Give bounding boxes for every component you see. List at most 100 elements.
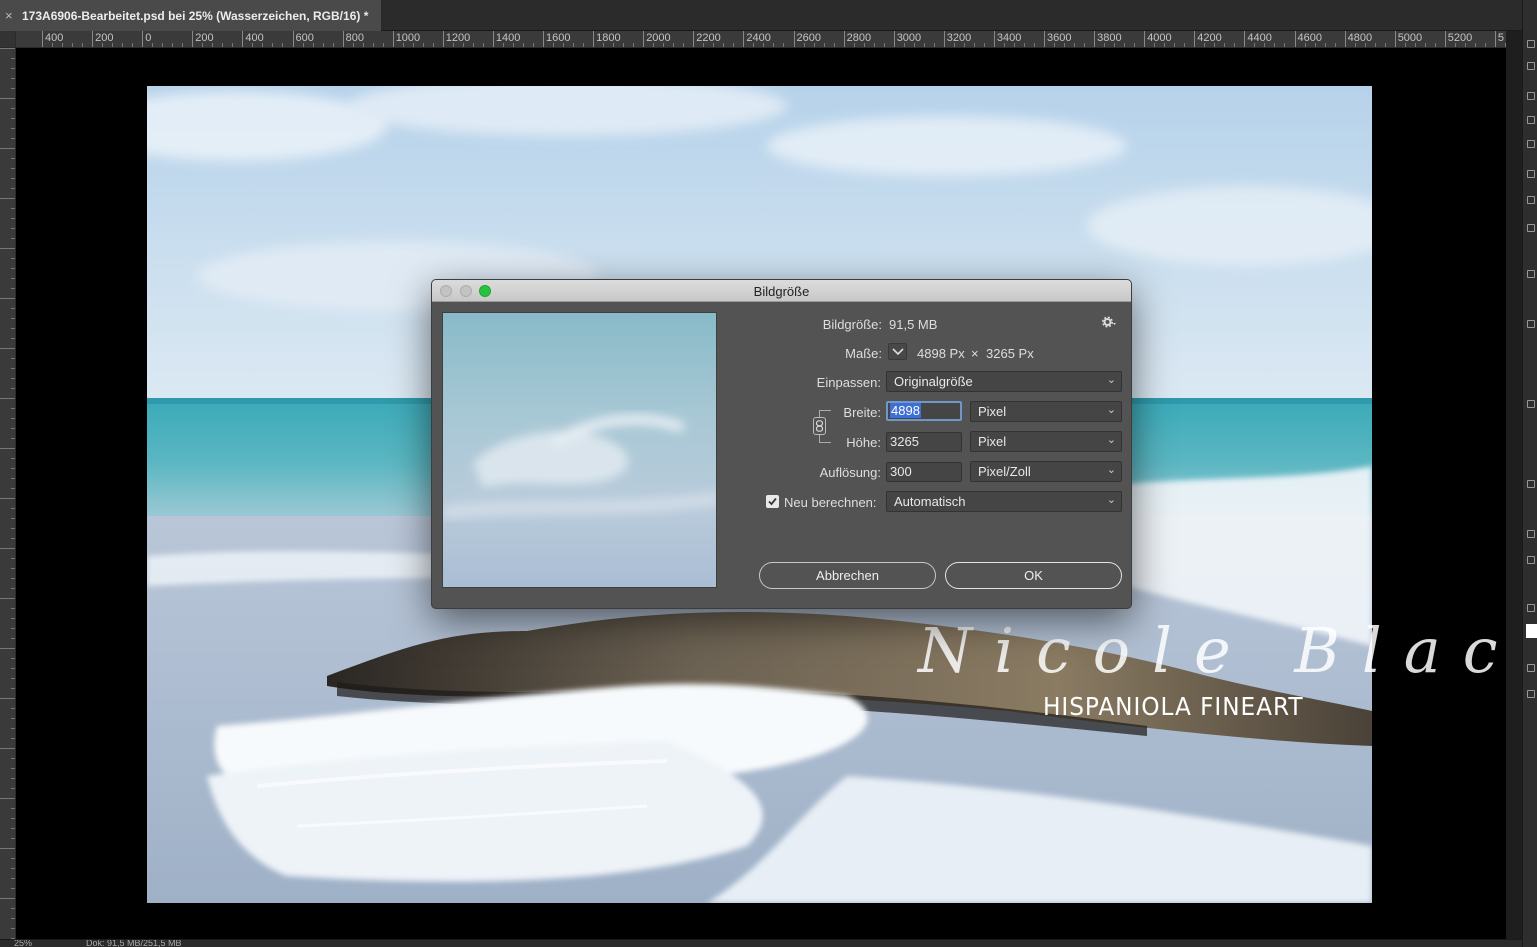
ruler-minor-tick [1174, 43, 1176, 47]
quick-mask-icon[interactable] [1527, 664, 1535, 672]
ruler-minor-tick [1254, 43, 1256, 47]
panel-icon[interactable] [1527, 480, 1535, 488]
ruler-major-tick [442, 31, 444, 47]
ruler-minor-tick [1464, 43, 1466, 47]
ruler-vertical-tick [0, 298, 15, 299]
horizontal-ruler[interactable]: 400 200 0 200 400 600 800 1000 1200 1400 1600 1800 2… [16, 31, 1506, 48]
ruler-minor-tick [1304, 43, 1306, 47]
dimensions-height: 3265 Px [986, 346, 1034, 361]
ruler-minor-tick [312, 43, 314, 47]
ruler-minor-tick [653, 43, 655, 47]
ruler-major-tick [1394, 31, 1396, 47]
ruler-minor-tick [1234, 43, 1236, 47]
ruler-minor-tick [362, 43, 364, 47]
cancel-button[interactable]: Abbrechen [759, 562, 936, 589]
screen-mode-icon[interactable] [1527, 690, 1535, 698]
ruler-vertical-tick [0, 648, 15, 649]
resolution-input[interactable]: 300 [886, 462, 962, 482]
height-input[interactable]: 3265 [886, 432, 962, 452]
ruler-vertical-tick [0, 248, 15, 249]
resample-method-select[interactable]: Automatisch ⌄ [886, 491, 1122, 512]
panel-icon[interactable] [1527, 92, 1535, 100]
resolution-unit-select[interactable]: Pixel/Zoll ⌄ [970, 461, 1122, 482]
ruler-minor-tick [1023, 43, 1025, 47]
ruler-corner[interactable] [0, 31, 16, 48]
ruler-minor-tick [62, 43, 64, 47]
ruler-tick-label: 3600 [1047, 32, 1072, 44]
height-label: Höhe: [846, 435, 881, 450]
ruler-vertical-tick [0, 198, 15, 199]
resample-method-value: Automatisch [894, 494, 966, 509]
panel-icon[interactable] [1527, 170, 1535, 178]
ruler-minor-tick [933, 43, 935, 47]
ruler-minor-tick [1104, 43, 1106, 47]
vertical-ruler[interactable] [0, 48, 16, 939]
gear-icon[interactable] [1101, 316, 1117, 331]
ruler-tick-label: 5200 [1447, 32, 1473, 44]
panel-icon[interactable] [1527, 62, 1535, 70]
ruler-minor-tick [613, 43, 615, 47]
ruler-major-tick [993, 31, 995, 47]
panel-icon[interactable] [1527, 224, 1535, 232]
ruler-major-tick [142, 31, 144, 47]
ruler-major-tick [192, 31, 194, 47]
ruler-minor-tick [823, 43, 825, 47]
ruler-minor-tick [1134, 43, 1136, 47]
ruler-minor-tick [132, 43, 134, 47]
ruler-minor-tick [1434, 43, 1436, 47]
panel-icon[interactable] [1527, 400, 1535, 408]
ruler-minor-tick [1354, 43, 1356, 47]
panel-icon[interactable] [1527, 196, 1535, 204]
ruler-minor-tick [1124, 43, 1126, 47]
status-zoom[interactable]: 25% [14, 940, 32, 947]
ruler-minor-tick [512, 43, 514, 47]
panel-icon[interactable] [1527, 556, 1535, 564]
ruler-major-tick [1444, 31, 1446, 47]
ruler-minor-tick [1404, 43, 1406, 47]
ruler-minor-tick [472, 43, 474, 47]
width-input[interactable]: 4898 [886, 401, 962, 421]
resample-checkbox[interactable] [766, 495, 779, 508]
image-preview[interactable] [442, 312, 717, 588]
ruler-tick-label: 800 [345, 32, 364, 44]
panel-icon[interactable] [1527, 320, 1535, 328]
panel-icon[interactable] [1527, 116, 1535, 124]
ruler-minor-tick [1384, 43, 1386, 47]
chevron-down-icon: ⌄ [1106, 374, 1116, 386]
ruler-minor-tick [623, 43, 625, 47]
ruler-minor-tick [953, 43, 955, 47]
ruler-minor-tick [402, 43, 404, 47]
panel-icon[interactable] [1527, 270, 1535, 278]
tab-close-icon[interactable]: × [5, 8, 19, 23]
foreground-color-swatch[interactable] [1526, 624, 1537, 638]
resample-label[interactable]: Neu berechnen: [784, 495, 877, 510]
height-unit-value: Pixel [978, 434, 1007, 449]
panel-icon[interactable] [1527, 140, 1535, 148]
ruler-minor-tick [813, 43, 815, 47]
chevron-down-icon [892, 348, 904, 356]
ruler-minor-tick [583, 43, 585, 47]
panel-icon[interactable] [1527, 40, 1535, 48]
dimensions-dropdown[interactable] [888, 343, 907, 360]
resolution-input-value: 300 [890, 464, 912, 479]
ruler-minor-tick [913, 43, 915, 47]
chevron-down-icon: ⌄ [1106, 494, 1116, 506]
document-tab[interactable]: × 173A6906-Bearbeitet.psd bei 25% (Wasse… [0, 0, 381, 31]
height-unit-select[interactable]: Pixel ⌄ [970, 431, 1122, 452]
width-unit-select[interactable]: Pixel ⌄ [970, 401, 1122, 422]
dialog-titlebar[interactable]: Bildgröße [432, 280, 1131, 302]
ruler-minor-tick [1204, 43, 1206, 47]
ruler-minor-tick [883, 43, 885, 47]
swap-colors-icon[interactable] [1527, 604, 1535, 612]
image-size-label: Bildgröße: [822, 317, 882, 332]
ruler-minor-tick [723, 43, 725, 47]
ruler-tick-label: 5000 [1397, 32, 1423, 44]
ruler-major-tick [1194, 31, 1196, 47]
fit-select[interactable]: Originalgröße ⌄ [886, 371, 1122, 392]
ok-button[interactable]: OK [945, 562, 1122, 589]
status-doc-info[interactable]: Dok: 91,5 MB/251,5 MB [86, 940, 182, 947]
ruler-vertical-tick [0, 48, 15, 49]
panel-icon[interactable] [1527, 530, 1535, 538]
ruler-minor-tick [1154, 43, 1156, 47]
ruler-minor-tick [112, 43, 114, 47]
